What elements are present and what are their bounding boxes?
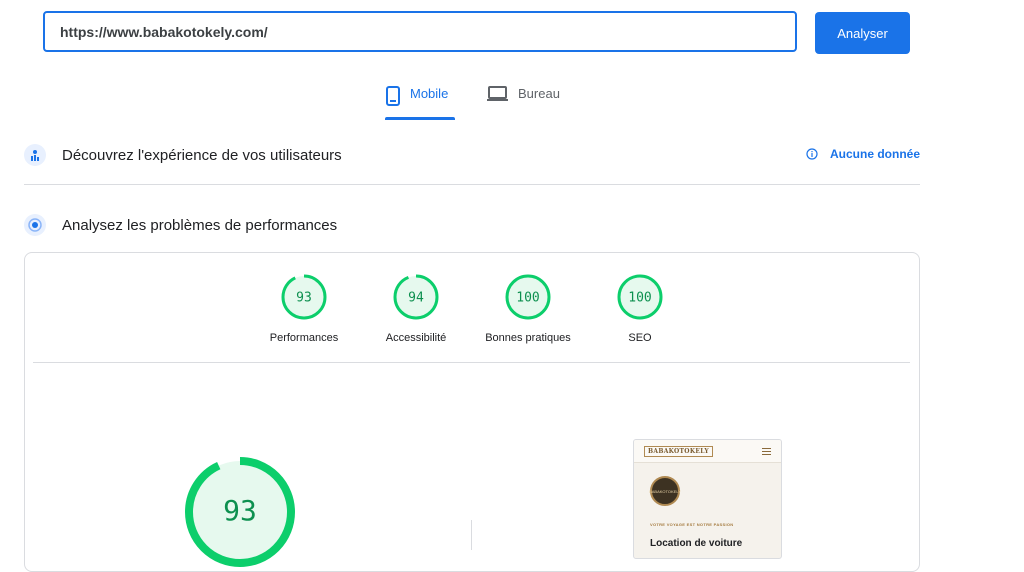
lighthouse-icon bbox=[24, 214, 46, 236]
preview-title: Location de voiture bbox=[650, 538, 743, 549]
score-gauge-performance[interactable]: 93 Performances bbox=[254, 274, 354, 344]
lab-section-header: Analysez les problèmes de performances bbox=[24, 214, 337, 236]
laptop-icon bbox=[487, 86, 508, 101]
tab-mobile-label: Mobile bbox=[410, 86, 449, 101]
menu-icon bbox=[762, 447, 771, 455]
score-label: Bonnes pratiques bbox=[485, 332, 571, 344]
lab-section-title: Analysez les problèmes de performances bbox=[62, 216, 338, 234]
section-divider bbox=[24, 184, 920, 185]
tab-desktop[interactable]: Bureau bbox=[487, 86, 560, 120]
preview-brand-logo: BABAKOTOKELY bbox=[644, 445, 713, 457]
preview-logo-text: BABAKOTOKELY bbox=[649, 488, 681, 494]
card-divider bbox=[33, 362, 910, 363]
score-value: 100 bbox=[516, 291, 539, 306]
users-icon bbox=[24, 144, 46, 166]
info-icon bbox=[806, 148, 818, 160]
score-label: Accessibilité bbox=[385, 332, 447, 344]
score-gauge-seo[interactable]: 100 SEO bbox=[590, 274, 690, 344]
main-score-value: 93 bbox=[223, 494, 257, 527]
preview-logo-image: BABAKOTOKELY bbox=[649, 476, 681, 506]
lab-report-card bbox=[24, 252, 920, 572]
score-label: SEO bbox=[628, 332, 652, 344]
no-data-link[interactable]: Aucune donnée bbox=[806, 147, 920, 161]
tab-desktop-label: Bureau bbox=[518, 86, 560, 101]
score-value: 93 bbox=[296, 291, 312, 306]
main-performance-gauge: 93 bbox=[185, 457, 295, 567]
score-value: 94 bbox=[408, 291, 424, 306]
score-label: Performances bbox=[269, 332, 339, 344]
url-field[interactable] bbox=[43, 11, 797, 52]
active-tab-indicator bbox=[385, 117, 455, 120]
preview-tagline: VOTRE VOYAGE EST NOTRE PASSION bbox=[650, 522, 734, 527]
score-value: 100 bbox=[628, 291, 651, 306]
field-data-title: Découvrez l'expérience de vos utilisateu… bbox=[62, 146, 342, 164]
url-input[interactable] bbox=[58, 22, 795, 41]
tab-mobile[interactable]: Mobile bbox=[386, 86, 448, 120]
field-data-section-header: Découvrez l'expérience de vos utilisateu… bbox=[24, 144, 342, 166]
analyze-button[interactable]: Analyser bbox=[815, 12, 910, 54]
preview-header: BABAKOTOKELY bbox=[634, 440, 781, 463]
no-data-label: Aucune donnée bbox=[829, 147, 920, 161]
score-gauge-best-practices[interactable]: 100 Bonnes pratiques bbox=[478, 274, 578, 344]
smartphone-icon bbox=[386, 86, 400, 106]
score-gauge-accessibility[interactable]: 94 Accessibilité bbox=[366, 274, 466, 344]
mobile-screenshot-preview: BABAKOTOKELY BABAKOTOKELY VOTRE VOYAGE E… bbox=[633, 439, 782, 559]
